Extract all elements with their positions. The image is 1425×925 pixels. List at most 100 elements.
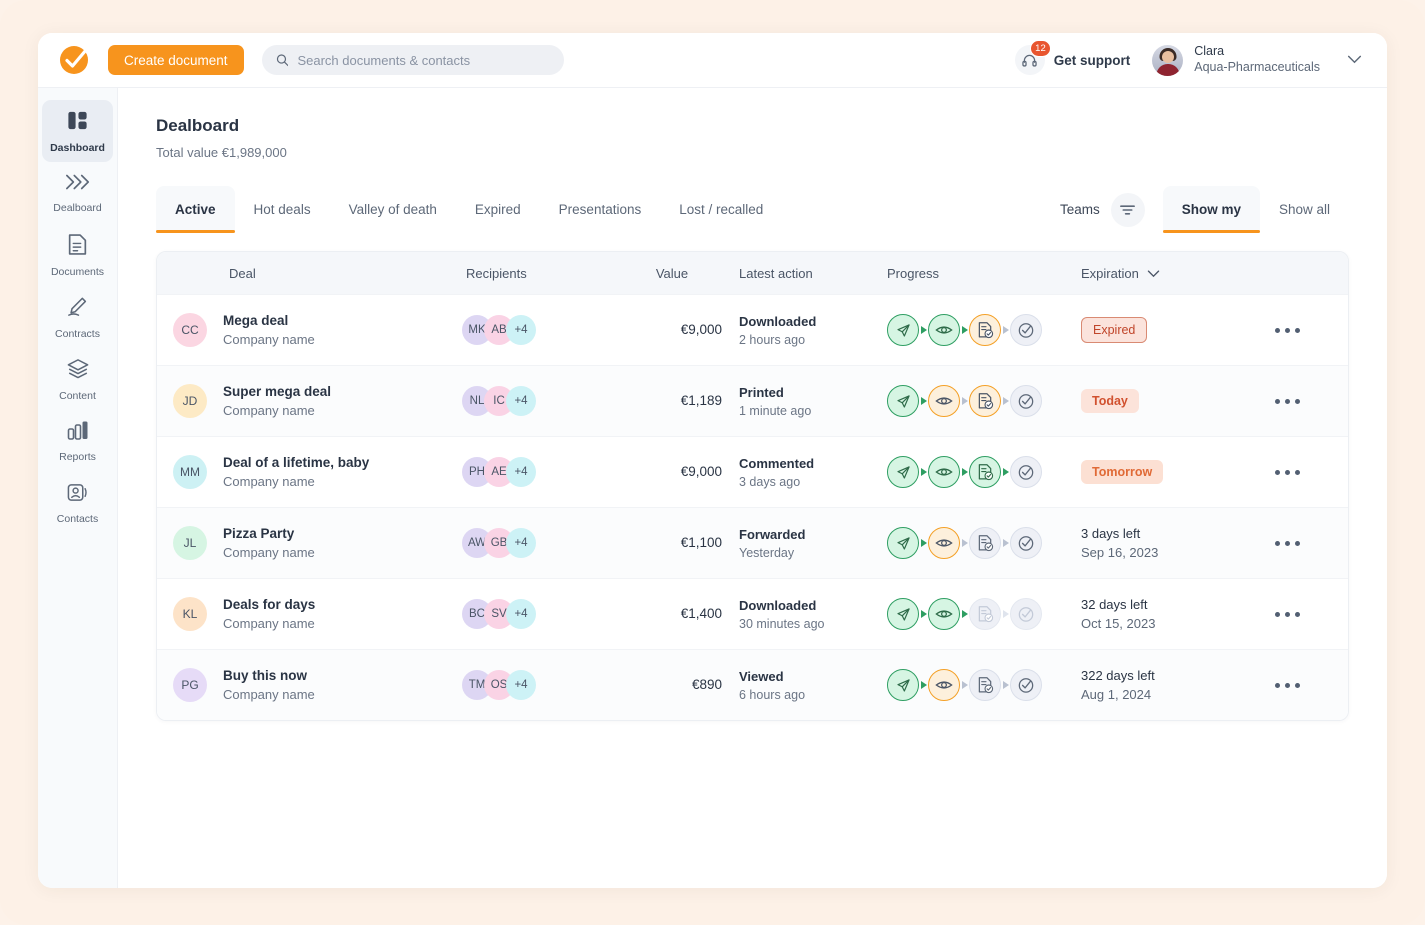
progress-arrow-icon xyxy=(1001,610,1010,618)
table-row[interactable]: MM Deal of a lifetime, baby Company name… xyxy=(157,436,1348,507)
more-options-icon[interactable] xyxy=(1275,399,1300,404)
progress-arrow-icon xyxy=(960,397,969,405)
deal-name: Deals for days xyxy=(223,597,315,612)
progress-step[interactable] xyxy=(887,385,919,417)
table-row[interactable]: CC Mega deal Company name MKAB+4 €9,000 … xyxy=(157,294,1348,365)
deal-company: Company name xyxy=(223,616,315,631)
progress-arrow-icon xyxy=(919,468,928,476)
progress-step[interactable] xyxy=(887,669,919,701)
recipient-avatar[interactable]: +4 xyxy=(506,599,536,629)
column-header-latest-action: Latest action xyxy=(722,266,877,281)
support-badge: 12 xyxy=(1030,40,1051,57)
eye-icon xyxy=(935,536,953,550)
search-box[interactable] xyxy=(262,45,564,75)
progress-step[interactable] xyxy=(928,456,960,488)
deal-name: Mega deal xyxy=(223,313,315,328)
progress-step[interactable] xyxy=(969,385,1001,417)
deal-company: Company name xyxy=(223,545,315,560)
sidebar-item-reports[interactable]: Reports xyxy=(42,410,113,472)
chevron-down-icon[interactable] xyxy=(1347,51,1362,69)
sidebar-item-contacts[interactable]: Contacts xyxy=(42,472,113,534)
tab-show-all[interactable]: Show all xyxy=(1260,186,1349,233)
more-options-icon[interactable] xyxy=(1275,683,1300,688)
sidebar-item-contracts[interactable]: Contracts xyxy=(42,286,113,348)
deal-value: €1,400 xyxy=(681,606,722,621)
progress-step[interactable] xyxy=(969,598,1001,630)
user-menu[interactable]: Clara Aqua-Pharmaceuticals xyxy=(1152,44,1362,75)
expiration-badge: Expired xyxy=(1081,317,1147,343)
recipient-avatar[interactable]: +4 xyxy=(506,670,536,700)
deal-company: Company name xyxy=(223,474,369,489)
recipient-avatar[interactable]: +4 xyxy=(506,457,536,487)
sidebar-item-content[interactable]: Content xyxy=(42,348,113,410)
column-header-expiration[interactable]: Expiration xyxy=(1077,266,1227,281)
page-title: Dealboard xyxy=(156,116,1349,136)
create-document-button[interactable]: Create document xyxy=(108,45,244,75)
table-row[interactable]: PG Buy this now Company name TMOS+4 €890… xyxy=(157,649,1348,720)
tab-active[interactable]: Active xyxy=(156,186,235,233)
progress-step[interactable] xyxy=(1010,314,1042,346)
progress-step[interactable] xyxy=(928,314,960,346)
recipient-avatar[interactable]: +4 xyxy=(506,528,536,558)
tab-expired[interactable]: Expired xyxy=(456,186,540,233)
progress-step[interactable] xyxy=(928,669,960,701)
sidebar-item-documents[interactable]: Documents xyxy=(42,224,113,286)
latest-action-name: Forwarded xyxy=(739,527,877,542)
sidebar-label-dashboard: Dashboard xyxy=(50,142,105,154)
tab-valley-of-death[interactable]: Valley of death xyxy=(330,186,456,233)
progress-step[interactable] xyxy=(969,456,1001,488)
filter-icon[interactable] xyxy=(1111,193,1145,227)
progress-step[interactable] xyxy=(928,385,960,417)
more-options-icon[interactable] xyxy=(1275,328,1300,333)
total-value-label: Total value €1,989,000 xyxy=(156,145,1349,160)
progress-step[interactable] xyxy=(887,314,919,346)
deal-owner-avatar: PG xyxy=(173,668,207,702)
more-options-icon[interactable] xyxy=(1275,541,1300,546)
progress-step[interactable] xyxy=(887,527,919,559)
progress-step[interactable] xyxy=(928,527,960,559)
sidebar-item-dealboard[interactable]: Dealboard xyxy=(42,162,113,224)
tab-show-my[interactable]: Show my xyxy=(1163,186,1260,233)
more-options-icon[interactable] xyxy=(1275,612,1300,617)
progress-arrow-icon xyxy=(960,326,969,334)
more-options-icon[interactable] xyxy=(1275,470,1300,475)
progress-step[interactable] xyxy=(1010,598,1042,630)
progress-arrow-icon xyxy=(1001,326,1010,334)
progress-step[interactable] xyxy=(969,669,1001,701)
teams-filter[interactable]: Teams xyxy=(1060,186,1145,233)
progress-arrow-icon xyxy=(1001,397,1010,405)
tab-lost-recalled[interactable]: Lost / recalled xyxy=(660,186,782,233)
progress-step[interactable] xyxy=(969,314,1001,346)
user-avatar xyxy=(1152,45,1183,76)
bar-chart-icon xyxy=(66,419,90,446)
progress-tracker xyxy=(887,385,1077,417)
latest-action-time: 6 hours ago xyxy=(739,688,877,702)
progress-step[interactable] xyxy=(887,456,919,488)
progress-step[interactable] xyxy=(969,527,1001,559)
recipient-stack: BCSV+4 xyxy=(462,599,536,629)
table-row[interactable]: JL Pizza Party Company name AWGB+4 €1,10… xyxy=(157,507,1348,578)
tabs-row: Active Hot deals Valley of death Expired… xyxy=(156,186,1349,233)
table-row[interactable]: KL Deals for days Company name BCSV+4 €1… xyxy=(157,578,1348,649)
table-row[interactable]: JD Super mega deal Company name NLIC+4 €… xyxy=(157,365,1348,436)
get-support-label: Get support xyxy=(1054,53,1131,68)
progress-arrow-icon xyxy=(919,326,928,334)
latest-action-name: Downloaded xyxy=(739,598,877,613)
progress-step[interactable] xyxy=(887,598,919,630)
tab-hot-deals[interactable]: Hot deals xyxy=(235,186,330,233)
search-input[interactable] xyxy=(297,53,549,68)
progress-step[interactable] xyxy=(928,598,960,630)
tab-presentations[interactable]: Presentations xyxy=(540,186,661,233)
column-header-progress: Progress xyxy=(877,266,1077,281)
recipient-stack: NLIC+4 xyxy=(462,386,536,416)
progress-step[interactable] xyxy=(1010,669,1042,701)
recipient-avatar[interactable]: +4 xyxy=(506,315,536,345)
progress-step[interactable] xyxy=(1010,385,1042,417)
recipient-avatar[interactable]: +4 xyxy=(506,386,536,416)
sidebar-item-dashboard[interactable]: Dashboard xyxy=(42,100,113,162)
progress-step[interactable] xyxy=(1010,527,1042,559)
get-support-button[interactable]: 12 Get support xyxy=(1015,45,1131,75)
progress-step[interactable] xyxy=(1010,456,1042,488)
app-logo[interactable] xyxy=(58,43,92,77)
sidebar-label-documents: Documents xyxy=(51,266,104,278)
